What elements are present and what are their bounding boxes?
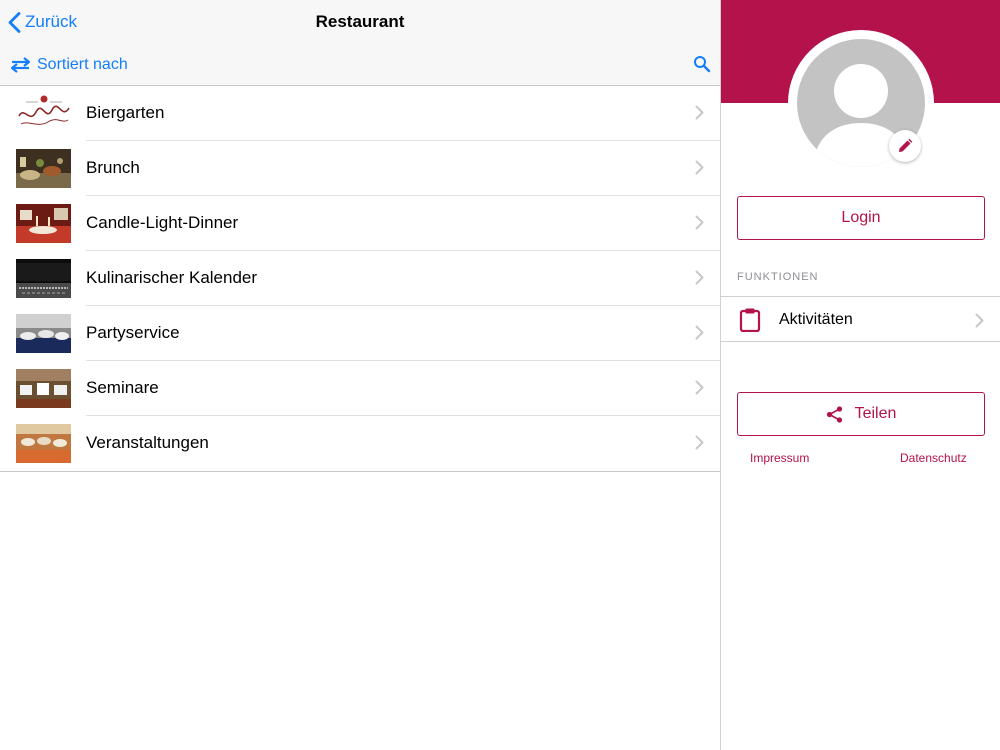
menu-item-aktivitaeten[interactable]: Aktivitäten bbox=[721, 296, 1000, 342]
login-button[interactable]: Login bbox=[737, 196, 985, 240]
share-button-label: Teilen bbox=[854, 405, 897, 422]
veranstaltungen-photo-thumbnail bbox=[16, 424, 71, 463]
menu-item-label: Aktivitäten bbox=[779, 311, 853, 328]
list-item-biergarten[interactable]: Biergarten bbox=[0, 86, 720, 141]
list-item-seminare[interactable]: Seminare bbox=[0, 361, 720, 416]
list-item-label: Partyservice bbox=[86, 323, 180, 342]
biergarten-logo-thumbnail bbox=[16, 94, 71, 133]
list-item-partyservice[interactable]: Partyservice bbox=[0, 306, 720, 361]
share-button[interactable]: Teilen bbox=[737, 392, 985, 436]
search-icon[interactable] bbox=[693, 55, 711, 73]
list-item-kulinarischer-kalender[interactable]: Kulinarischer Kalender bbox=[0, 251, 720, 306]
sort-button[interactable]: Sortiert nach bbox=[10, 54, 128, 76]
datenschutz-link[interactable]: Datenschutz bbox=[900, 451, 967, 465]
chevron-right-icon bbox=[695, 435, 704, 450]
list-item-label: Brunch bbox=[86, 158, 140, 177]
list-item-label: Kulinarischer Kalender bbox=[86, 268, 258, 287]
chevron-right-icon bbox=[695, 270, 704, 285]
chevron-right-icon bbox=[695, 325, 704, 340]
chevron-right-icon bbox=[695, 380, 704, 395]
brunch-photo-thumbnail bbox=[16, 149, 71, 188]
list-item-label: Candle-Light-Dinner bbox=[86, 213, 239, 232]
chevron-right-icon bbox=[695, 105, 704, 120]
clipboard-icon bbox=[739, 308, 761, 332]
list-item-label: Veranstaltungen bbox=[86, 433, 209, 452]
share-icon bbox=[826, 405, 842, 423]
list-item-brunch[interactable]: Brunch bbox=[0, 141, 720, 196]
side-menu: Login FUNKTIONEN Aktivitäten Teilen Impr… bbox=[720, 0, 1000, 750]
page-title: Restaurant bbox=[315, 12, 405, 31]
section-header-funktionen: FUNKTIONEN bbox=[737, 271, 819, 283]
edit-avatar-button[interactable] bbox=[889, 130, 921, 162]
list-item-candle-light-dinner[interactable]: Candle-Light-Dinner bbox=[0, 196, 720, 251]
navigation-bar: Zurück Restaurant Sortiert nach bbox=[0, 0, 720, 86]
list-item-label: Seminare bbox=[86, 378, 159, 397]
list-item-label: Biergarten bbox=[86, 103, 165, 122]
kalender-photo-thumbnail bbox=[16, 259, 71, 298]
chevron-right-icon bbox=[975, 313, 984, 328]
sort-button-label: Sortiert nach bbox=[37, 56, 128, 73]
swap-arrows-icon bbox=[10, 57, 31, 73]
category-list: Biergarten Brunch Candle-Light-Dinner Ku… bbox=[0, 86, 720, 472]
partyservice-photo-thumbnail bbox=[16, 314, 71, 353]
chevron-right-icon bbox=[695, 215, 704, 230]
impressum-link[interactable]: Impressum bbox=[750, 451, 809, 465]
content-pane: Zurück Restaurant Sortiert nach Biergart… bbox=[0, 0, 720, 750]
pencil-icon bbox=[899, 138, 913, 152]
list-item-veranstaltungen[interactable]: Veranstaltungen bbox=[0, 416, 720, 471]
candle-light-photo-thumbnail bbox=[16, 204, 71, 243]
chevron-right-icon bbox=[695, 160, 704, 175]
seminare-photo-thumbnail bbox=[16, 369, 71, 408]
